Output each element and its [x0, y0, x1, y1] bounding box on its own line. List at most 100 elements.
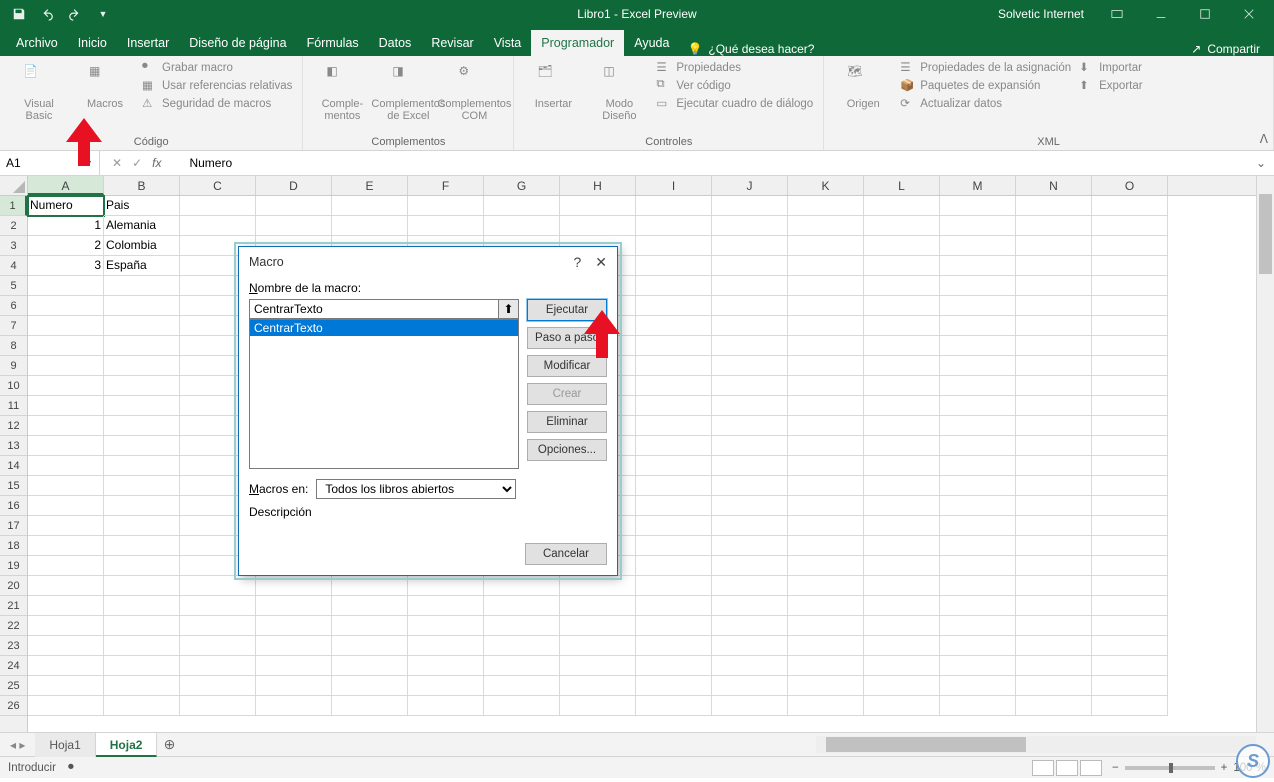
cell[interactable]: [1016, 356, 1092, 376]
cell[interactable]: [180, 676, 256, 696]
cell[interactable]: [864, 196, 940, 216]
cell[interactable]: [712, 256, 788, 276]
cell[interactable]: [1016, 536, 1092, 556]
cell[interactable]: [864, 356, 940, 376]
tab-formulas[interactable]: Fórmulas: [297, 30, 369, 56]
cell[interactable]: [788, 396, 864, 416]
cell[interactable]: [1092, 536, 1168, 556]
cell[interactable]: [712, 656, 788, 676]
row-header[interactable]: 9: [0, 356, 27, 376]
cell[interactable]: [712, 576, 788, 596]
cell[interactable]: [788, 336, 864, 356]
cell[interactable]: [636, 296, 712, 316]
macro-name-input[interactable]: [249, 299, 499, 319]
cell[interactable]: [1016, 676, 1092, 696]
cell[interactable]: [180, 216, 256, 236]
macro-record-status-icon[interactable]: ⏺: [68, 761, 74, 774]
cell[interactable]: [636, 556, 712, 576]
cell[interactable]: [1016, 396, 1092, 416]
collapse-dialog-icon[interactable]: ⬆: [499, 299, 519, 319]
cell[interactable]: [788, 236, 864, 256]
cell[interactable]: [104, 276, 180, 296]
row-header[interactable]: 19: [0, 556, 27, 576]
cell[interactable]: [1092, 596, 1168, 616]
cell[interactable]: [712, 436, 788, 456]
row-header[interactable]: 11: [0, 396, 27, 416]
cell[interactable]: Pais: [104, 196, 180, 216]
cell[interactable]: [788, 476, 864, 496]
enter-formula-icon[interactable]: ✓: [132, 156, 142, 170]
cell[interactable]: [1092, 316, 1168, 336]
cell[interactable]: [1092, 216, 1168, 236]
cell[interactable]: [1016, 216, 1092, 236]
cell[interactable]: [636, 336, 712, 356]
cell[interactable]: [256, 636, 332, 656]
cell[interactable]: [332, 656, 408, 676]
cell[interactable]: [788, 216, 864, 236]
cell[interactable]: [560, 596, 636, 616]
sheet-tab-hoja1[interactable]: Hoja1: [35, 733, 95, 757]
cell[interactable]: [788, 376, 864, 396]
cell[interactable]: [864, 636, 940, 656]
select-all-corner[interactable]: [0, 176, 28, 196]
cell[interactable]: [104, 376, 180, 396]
cell[interactable]: [636, 356, 712, 376]
cell[interactable]: [256, 596, 332, 616]
dialog-titlebar[interactable]: Macro ? ✕: [239, 247, 617, 277]
cell[interactable]: [940, 476, 1016, 496]
cell[interactable]: [864, 216, 940, 236]
cell[interactable]: [28, 396, 104, 416]
row-header[interactable]: 3: [0, 236, 27, 256]
cell[interactable]: [940, 576, 1016, 596]
column-header[interactable]: A: [28, 176, 104, 195]
row-header[interactable]: 2: [0, 216, 27, 236]
cell[interactable]: [712, 236, 788, 256]
cell[interactable]: [864, 416, 940, 436]
cell[interactable]: [1092, 336, 1168, 356]
importar-button[interactable]: ⬇Importar: [1079, 60, 1142, 76]
cell[interactable]: [1016, 296, 1092, 316]
cell[interactable]: [1016, 416, 1092, 436]
cell[interactable]: [712, 276, 788, 296]
column-header[interactable]: C: [180, 176, 256, 195]
cell[interactable]: [940, 636, 1016, 656]
cell[interactable]: [864, 576, 940, 596]
cell[interactable]: [1092, 296, 1168, 316]
cell[interactable]: [104, 516, 180, 536]
cell[interactable]: [712, 696, 788, 716]
cell[interactable]: [408, 696, 484, 716]
cell[interactable]: [28, 276, 104, 296]
cell[interactable]: [788, 296, 864, 316]
cell[interactable]: [864, 396, 940, 416]
cell[interactable]: [712, 456, 788, 476]
cell[interactable]: Colombia: [104, 236, 180, 256]
cell[interactable]: [864, 376, 940, 396]
cell[interactable]: [788, 616, 864, 636]
cell[interactable]: [28, 676, 104, 696]
cell[interactable]: [712, 636, 788, 656]
cell[interactable]: [864, 276, 940, 296]
cells-area[interactable]: NumeroPais1Alemania2Colombia3España: [28, 196, 1256, 732]
page-break-view-button[interactable]: [1080, 760, 1102, 776]
cancel-formula-icon[interactable]: ✕: [112, 156, 122, 170]
cell[interactable]: [940, 216, 1016, 236]
tab-datos[interactable]: Datos: [369, 30, 422, 56]
cell[interactable]: [408, 616, 484, 636]
cell[interactable]: [788, 416, 864, 436]
row-header[interactable]: 24: [0, 656, 27, 676]
cell[interactable]: [560, 656, 636, 676]
cell[interactable]: [636, 316, 712, 336]
zoom-in-button[interactable]: +: [1221, 762, 1228, 774]
cell[interactable]: [940, 456, 1016, 476]
cell[interactable]: [1092, 636, 1168, 656]
cell[interactable]: Alemania: [104, 216, 180, 236]
ver-codigo-button[interactable]: ⧉Ver código: [656, 78, 813, 94]
cell[interactable]: [864, 616, 940, 636]
cell[interactable]: [332, 196, 408, 216]
cell[interactable]: [104, 616, 180, 636]
cell[interactable]: [636, 456, 712, 476]
cell[interactable]: [940, 436, 1016, 456]
cell[interactable]: [1092, 696, 1168, 716]
referencias-relativas-button[interactable]: ▦Usar referencias relativas: [142, 78, 292, 94]
cell[interactable]: [940, 516, 1016, 536]
